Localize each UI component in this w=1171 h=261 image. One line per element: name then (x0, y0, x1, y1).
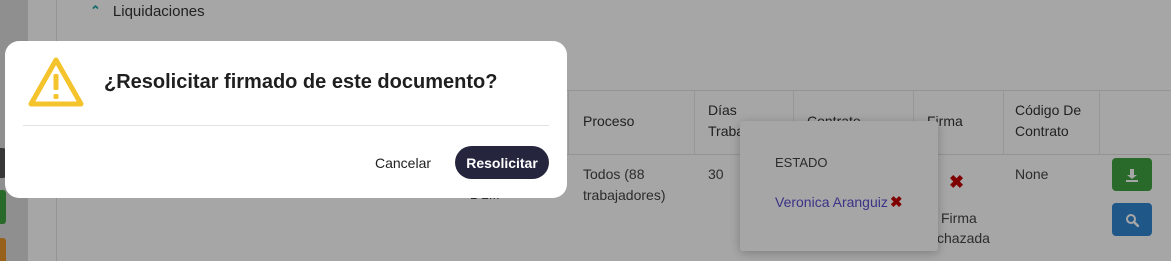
dialog-divider (23, 125, 549, 126)
confirm-dialog: ¿Resolicitar firmado de este documento? … (5, 41, 567, 198)
dialog-title: ¿Resolicitar firmado de este documento? (104, 71, 498, 93)
resolicitar-button[interactable]: Resolicitar (455, 146, 549, 179)
warning-icon (28, 57, 84, 107)
cancel-button[interactable]: Cancelar (367, 147, 439, 179)
